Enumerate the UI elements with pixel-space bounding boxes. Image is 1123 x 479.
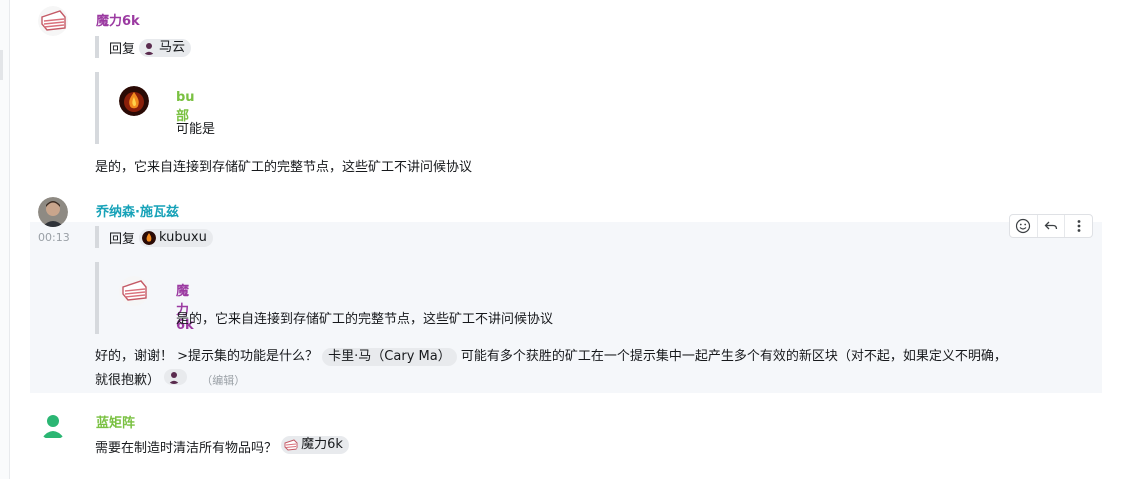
message-text: 需要在制造时清洁所有物品吗？ 魔力6k — [95, 436, 349, 461]
mention-chip[interactable]: 魔力6k — [281, 436, 349, 454]
message-text-part: 可能有多个获胜的矿工在一个提示集中一起产生多个有效的新区块（对不起，如果定义不明… — [460, 349, 1007, 364]
message-text-line2: 就很抱歉） （编辑） — [95, 369, 245, 393]
mention-label: 魔力6k — [301, 437, 343, 452]
mention-chip[interactable]: 卡里·马（Cary Ma） — [322, 348, 457, 366]
mention-label: 马云 — [159, 39, 186, 55]
sender-name[interactable]: 蓝矩阵 — [96, 412, 135, 431]
reply-line: 回复 马云 — [109, 38, 192, 57]
message-text: 是的，它来自连接到存储矿工的完整节点，这些矿工不讲问候协议 — [95, 160, 473, 175]
message: 蓝矩阵 需要在制造时清洁所有物品吗？ 魔力6k — [30, 405, 1102, 475]
sender-name[interactable]: 乔纳森·施瓦兹 — [96, 201, 179, 220]
message-text: 好的，谢谢！ >提示集的功能是什么？ 卡里·马（Cary Ma） 可能有多个获胜… — [95, 345, 1007, 369]
message: 乔纳森·施瓦兹 00:13 回复 kubuxu 魔力6k 是的，它来自连接到存储… — [30, 197, 1102, 393]
quoted-avatar — [119, 276, 149, 306]
message-actions — [1009, 214, 1093, 238]
sidebar-scroll-indicator — [0, 50, 3, 80]
quoted-message[interactable]: 魔力6k 是的，它来自连接到存储矿工的完整节点，这些矿工不讲问候协议 — [95, 262, 553, 334]
quoted-text: 可能是 — [176, 122, 216, 137]
reply-quote: 回复 马云 bu部 可能是 — [95, 36, 995, 144]
quoted-avatar — [119, 86, 149, 116]
mention-chip[interactable]: kubuxu — [139, 228, 213, 247]
fire-icon — [142, 230, 157, 245]
emoji-icon[interactable] — [1010, 215, 1038, 237]
mention-chip[interactable] — [164, 369, 188, 385]
timestamp: 00:13 — [38, 231, 70, 244]
message-text-part: 需要在制造时清洁所有物品吗？ — [95, 441, 278, 456]
reply-prefix: 回复 — [109, 232, 136, 247]
reply-line: 回复 kubuxu — [109, 228, 213, 247]
user-icon — [142, 41, 156, 55]
reply-prefix: 回复 — [109, 42, 136, 57]
mention-label: 卡里·马（Cary Ma） — [328, 349, 451, 364]
sender-name[interactable]: 魔力6k — [96, 10, 140, 29]
quoted-message[interactable]: bu部 可能是 — [95, 72, 215, 144]
reply-quote: 回复 kubuxu 魔力6k 是的，它来自连接到存储矿工的完整节点，这些矿工不讲… — [95, 226, 995, 334]
mention-label: kubuxu — [159, 229, 207, 245]
message-text-part: 好的，谢谢！ >提示集的功能是什么？ — [95, 349, 319, 364]
avatar[interactable] — [38, 6, 68, 36]
cake-icon — [284, 438, 298, 452]
message-text-part: 就很抱歉） — [95, 373, 161, 388]
mention-chip[interactable]: 马云 — [139, 38, 192, 57]
avatar[interactable] — [38, 410, 68, 440]
avatar[interactable] — [38, 197, 68, 227]
more-icon[interactable] — [1065, 215, 1092, 237]
reply-icon[interactable] — [1038, 215, 1066, 237]
sidebar-edge — [0, 0, 10, 479]
quoted-text: 是的，它来自连接到存储矿工的完整节点，这些矿工不讲问候协议 — [176, 312, 554, 327]
user-icon — [167, 370, 181, 384]
message: 魔力6k 回复 马云 bu部 可能是 是的，它来自连接到存储矿工的完整节点，这些… — [30, 0, 1102, 190]
edited-label: （编辑） — [201, 374, 246, 387]
